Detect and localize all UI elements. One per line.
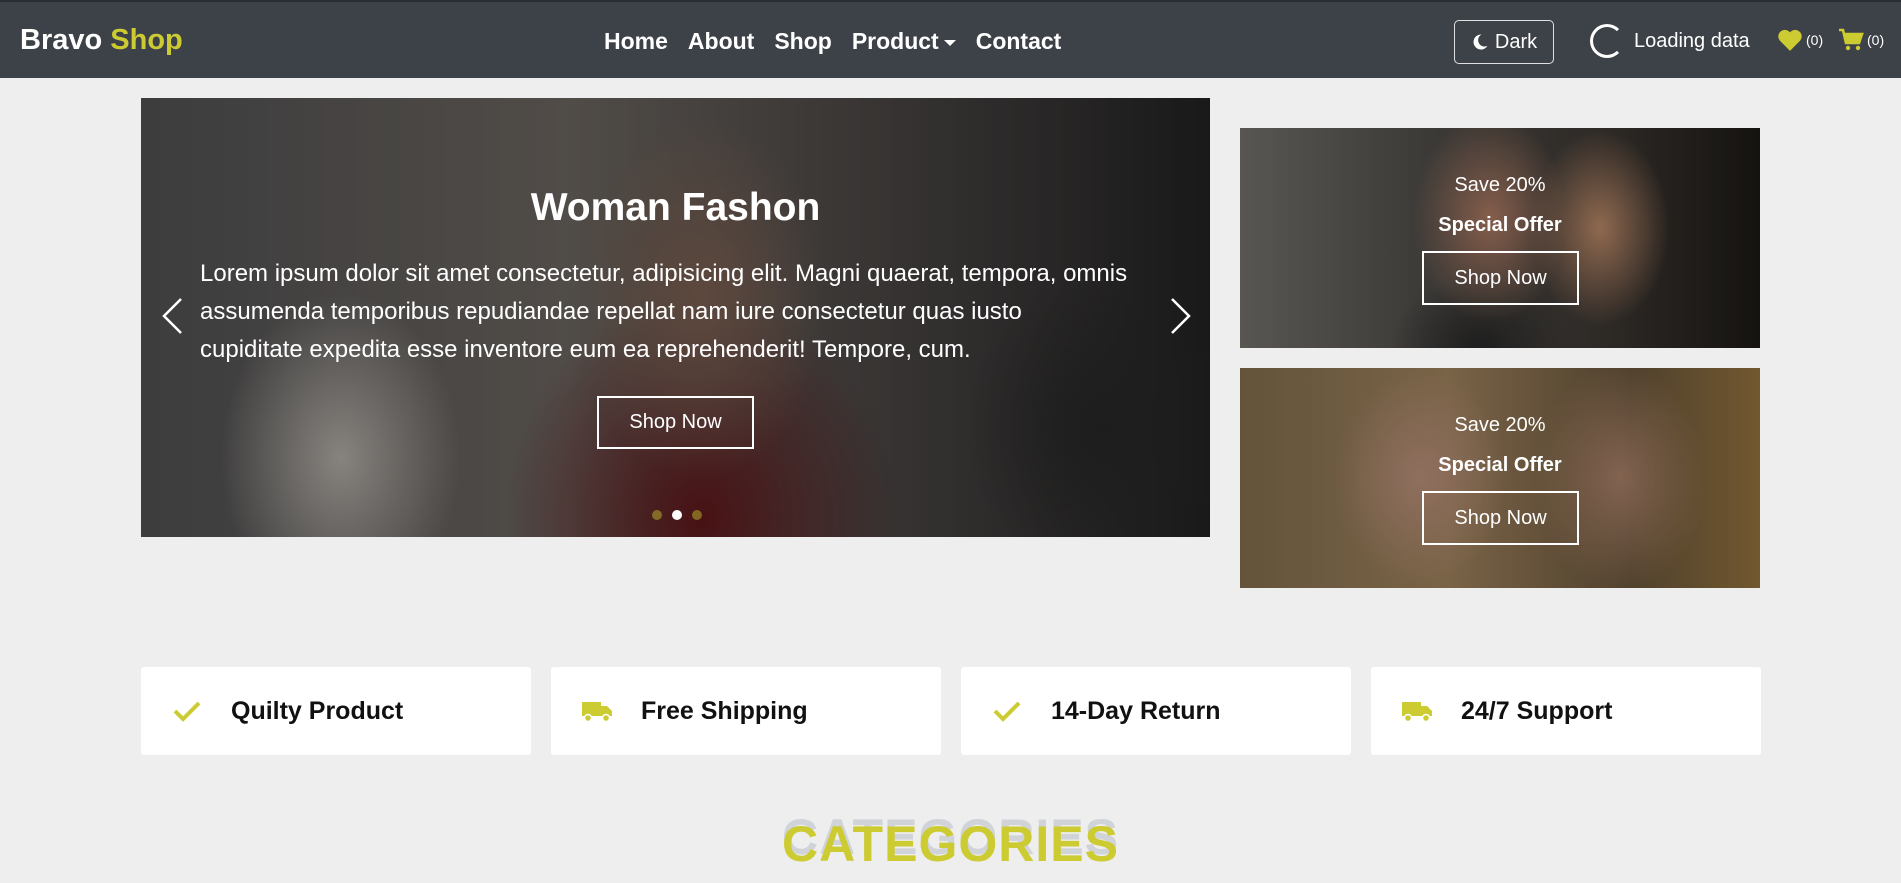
feature-label: Free Shipping	[641, 696, 808, 725]
carousel-slide: Woman Fashon Lorem ipsum dolor sit amet …	[141, 98, 1210, 537]
feature-label: 14-Day Return	[1051, 696, 1221, 725]
nav-product-dropdown[interactable]: Product	[852, 28, 956, 55]
offer-title: Special Offer	[1438, 454, 1562, 476]
feature-label: Quilty Product	[231, 696, 404, 725]
offer-banner-2: Save 20% Special Offer Shop Now	[1240, 368, 1760, 588]
feature-quality-product: Quilty Product	[141, 667, 531, 755]
truck-icon	[1401, 695, 1433, 727]
loading-indicator: Loading data	[1590, 24, 1750, 58]
carousel-indicators	[652, 510, 702, 520]
cart-icon	[1839, 28, 1864, 51]
feature-14-day-return: 14-Day Return	[961, 667, 1351, 755]
check-icon	[171, 695, 203, 727]
slide-description: Lorem ipsum dolor sit amet consectetur, …	[200, 260, 1128, 363]
nav-links: Home About Shop Product Contact	[604, 28, 1061, 55]
hero-carousel: Woman Fashon Lorem ipsum dolor sit amet …	[141, 98, 1210, 537]
brand-name-part2: Shop	[110, 24, 183, 56]
wishlist-count: (0)	[1806, 32, 1824, 48]
feature-24-7-support: 24/7 Support	[1371, 667, 1761, 755]
caret-down-icon	[943, 39, 956, 46]
dark-mode-label: Dark	[1494, 30, 1538, 53]
dark-mode-button[interactable]: Dark	[1454, 20, 1554, 64]
cart-count: (0)	[1867, 32, 1885, 48]
brand-logo[interactable]: Bravo Shop	[20, 24, 183, 57]
slide-title: Woman Fashon	[530, 186, 821, 229]
nav-home[interactable]: Home	[604, 28, 668, 55]
slide-shop-now-button[interactable]: Shop Now	[597, 396, 754, 449]
heart-icon	[1778, 29, 1802, 51]
chevron-right-icon[interactable]	[1168, 296, 1194, 336]
offer-save-text: Save 20%	[1454, 414, 1546, 436]
offer-banner-1: Save 20% Special Offer Shop Now	[1240, 128, 1760, 348]
categories-heading: CATEGORIES	[782, 816, 1119, 872]
cart-button[interactable]: (0)	[1838, 28, 1884, 52]
spinner-icon	[1590, 24, 1624, 58]
carousel-dot-1[interactable]	[652, 510, 662, 520]
offer-shop-now-button[interactable]: Shop Now	[1422, 491, 1579, 545]
chevron-left-icon[interactable]	[159, 296, 185, 336]
truck-icon	[581, 695, 613, 727]
offer-title: Special Offer	[1438, 214, 1562, 236]
moon-icon	[1473, 34, 1488, 50]
check-icon	[991, 695, 1023, 727]
loading-label: Loading data	[1634, 29, 1750, 52]
offer-save-text: Save 20%	[1454, 174, 1546, 196]
nav-about[interactable]: About	[688, 28, 754, 55]
nav-contact[interactable]: Contact	[976, 28, 1062, 55]
nav-shop[interactable]: Shop	[774, 28, 832, 55]
feature-label: 24/7 Support	[1461, 696, 1613, 725]
feature-free-shipping: Free Shipping	[551, 667, 941, 755]
navbar: Bravo Shop Home About Shop Product Conta…	[0, 0, 1901, 78]
offer-shop-now-button[interactable]: Shop Now	[1422, 251, 1579, 305]
nav-product-label: Product	[851, 28, 939, 54]
wishlist-button[interactable]: (0)	[1777, 28, 1823, 52]
carousel-dot-2[interactable]	[672, 510, 682, 520]
carousel-dot-3[interactable]	[692, 510, 702, 520]
brand-name-part1: Bravo	[20, 24, 103, 56]
